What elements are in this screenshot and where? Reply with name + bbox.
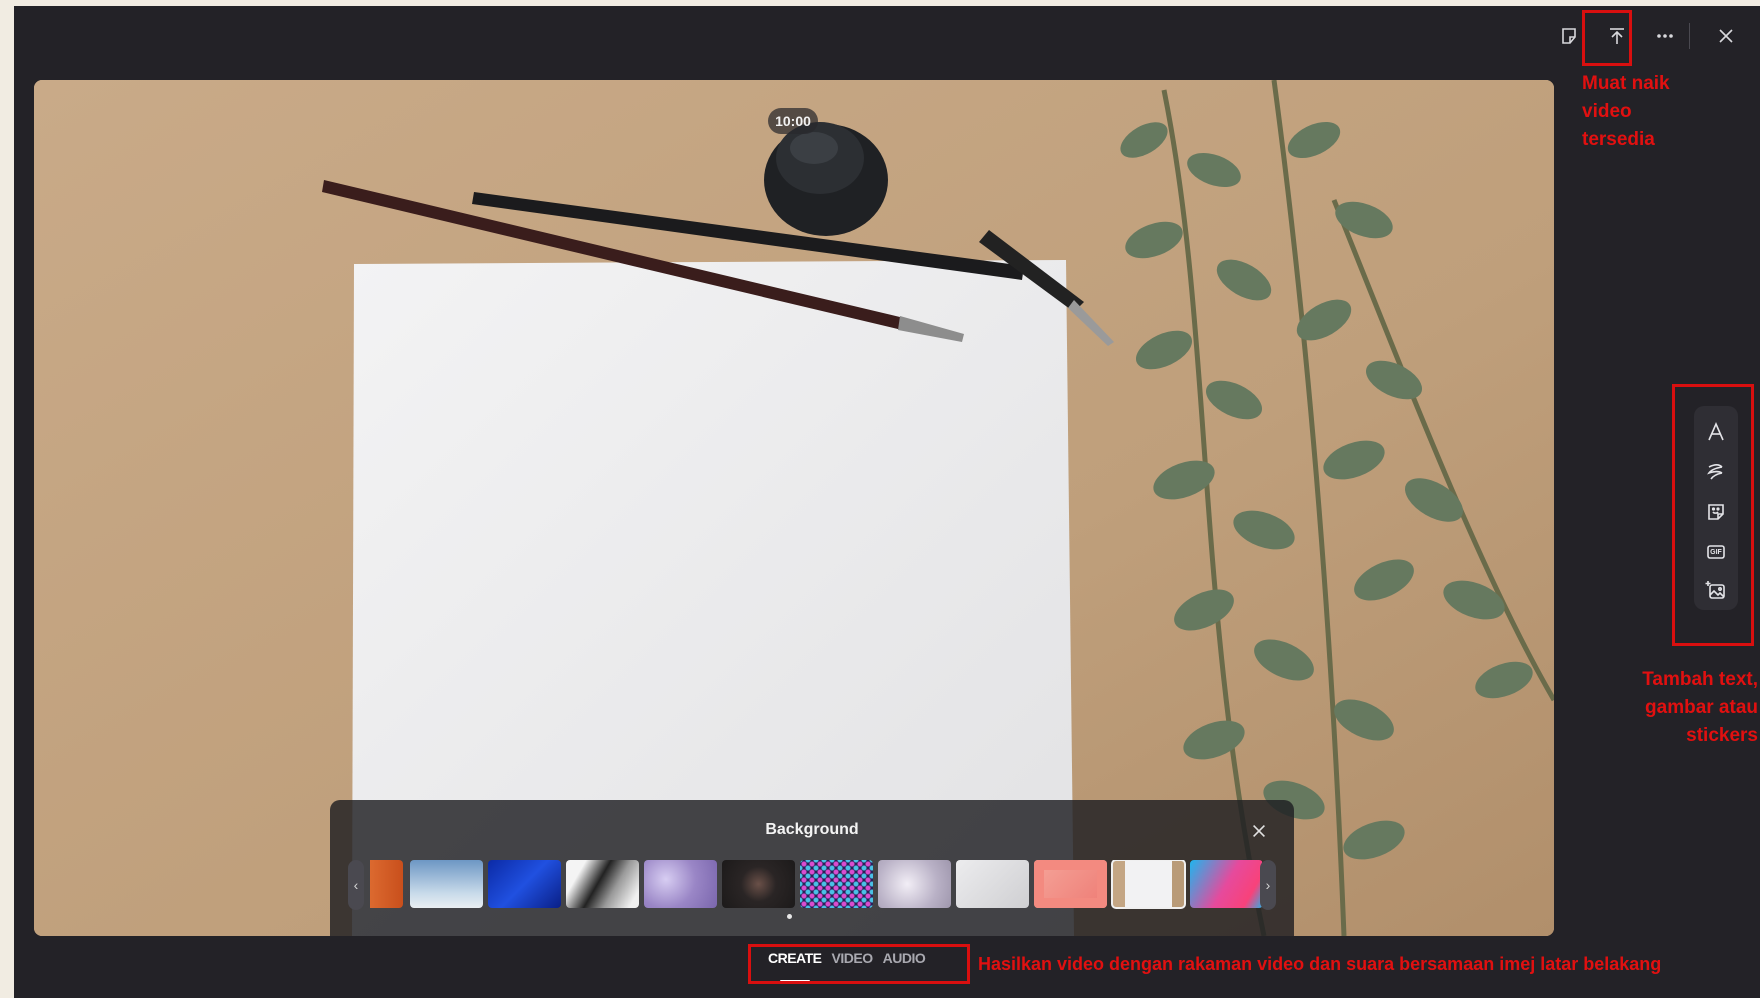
close-button[interactable] (1706, 16, 1746, 56)
background-thumb-blue-wave[interactable] (488, 860, 561, 908)
background-thumb-sky-gradient[interactable] (410, 860, 483, 908)
background-panel: Background ‹ › (330, 800, 1294, 936)
background-panel-close-button[interactable] (1246, 818, 1272, 844)
background-thumb-desk-flatlay[interactable] (956, 860, 1029, 908)
toolbar-divider (1689, 23, 1690, 49)
close-icon (1253, 825, 1265, 837)
preview-canvas[interactable]: 10:00 Background ‹ › (34, 80, 1554, 936)
tabs-highlight-box (748, 944, 970, 984)
chevron-right-icon: › (1265, 877, 1271, 893)
upload-annotation-line2: video (1582, 101, 1632, 122)
more-options-button[interactable] (1645, 16, 1685, 56)
tools-annotation-line1: Tambah text, (1642, 669, 1758, 690)
tools-annotation-line3: stickers (1686, 725, 1758, 746)
background-thumb-fireworks[interactable] (722, 860, 795, 908)
upload-highlight-box (1582, 10, 1632, 66)
background-thumb-paper-pens[interactable] (1111, 860, 1186, 909)
video-editor-window: 10:00 Background ‹ › GIF CREATE VIDEO AU… (14, 6, 1760, 998)
background-next-button[interactable]: › (1260, 860, 1276, 910)
background-panel-title: Background (765, 821, 859, 838)
background-prev-button[interactable]: ‹ (348, 860, 364, 910)
note-icon (1562, 28, 1576, 44)
tabs-annotation: Hasilkan video dengan rakaman video dan … (978, 954, 1662, 974)
chevron-left-icon: ‹ (353, 877, 359, 893)
tools-annotation-line2: gambar atau (1645, 697, 1758, 718)
upload-annotation-line3: tersedia (1582, 129, 1655, 150)
background-thumb-purple-glitter[interactable] (644, 860, 717, 908)
upload-annotation-line1: Muat naik (1582, 73, 1670, 94)
page-indicator-dot (787, 914, 792, 919)
background-thumb-colorful-gradient[interactable] (1190, 860, 1262, 908)
background-thumbnail-strip (370, 860, 1262, 910)
background-thumb-coral-frame[interactable] (1034, 860, 1107, 908)
close-icon (1719, 29, 1733, 43)
tools-annotation: Tambah text, gambar atau stickers (1574, 666, 1758, 750)
more-icon (1657, 34, 1673, 38)
background-thumb-crystal[interactable] (878, 860, 951, 908)
background-thumb-sequins[interactable] (800, 860, 873, 908)
upload-annotation: Muat naik video tersedia (1582, 70, 1670, 154)
recording-timer: 10:00 (768, 108, 818, 134)
tools-highlight-box (1672, 384, 1754, 646)
background-thumb-ink-splash[interactable] (566, 860, 639, 908)
background-thumb-orange[interactable] (370, 860, 403, 908)
